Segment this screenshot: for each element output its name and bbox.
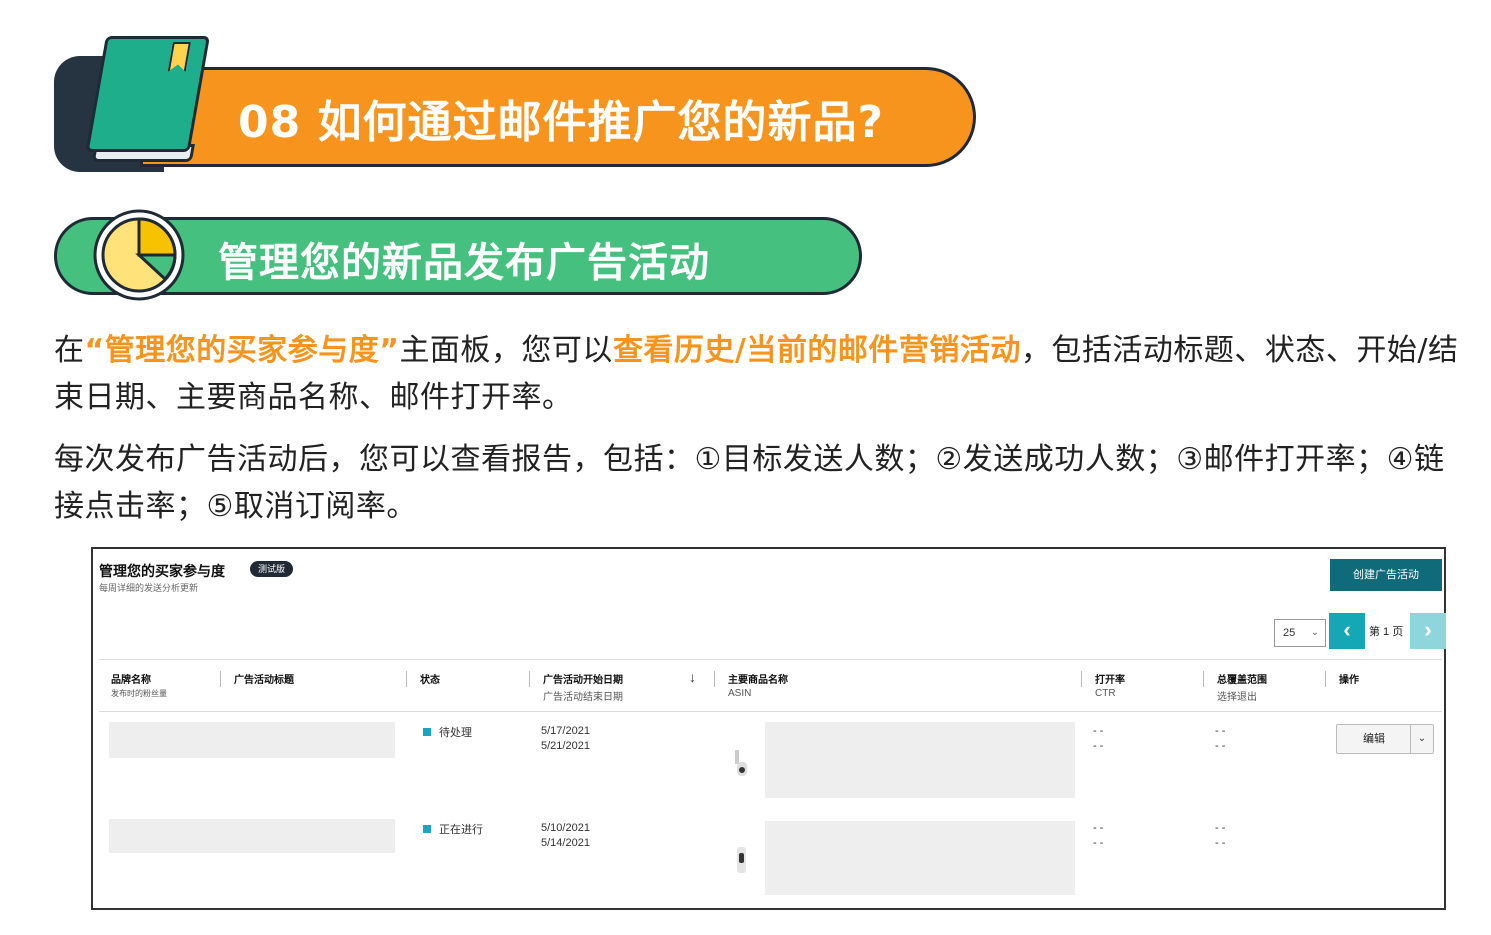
chevron-down-icon[interactable]: ⌄	[1410, 725, 1433, 753]
campaign-dates: 5/10/2021 5/14/2021	[541, 822, 590, 849]
status-dot-icon	[423, 825, 431, 833]
sort-arrow-icon[interactable]: ↓	[689, 669, 696, 685]
report-paragraph: 每次发布广告活动后，您可以查看报告，包括：①目标发送人数；②发送成功人数；③邮件…	[54, 442, 1445, 524]
pie-chart-icon	[93, 209, 185, 301]
dashboard-title: 管理您的买家参与度	[99, 563, 225, 579]
page-size-select[interactable]: 25 ⌄	[1274, 619, 1326, 647]
sub-header-title: 管理您的新品发布广告活动	[218, 240, 710, 286]
campaign-dates: 5/17/2021 5/21/2021	[541, 725, 590, 752]
prev-page-button[interactable]: ‹	[1329, 613, 1365, 649]
status-badge: 正在进行	[423, 821, 483, 837]
intro-paragraph: 在“管理您的买家参与度”主面板，您可以查看历史/当前的邮件营销活动，包括活动标题…	[54, 333, 1459, 415]
doorbell-camera-thumbnail	[737, 847, 746, 873]
brand-placeholder	[109, 722, 395, 758]
page-indicator: 第 1 页	[1369, 626, 1404, 638]
col-product: 主要商品名称 ASIN	[728, 675, 788, 699]
col-open-rate: 打开率 CTR	[1095, 675, 1125, 699]
next-page-button[interactable]: ›	[1410, 613, 1446, 649]
table-row: 正在进行 5/10/2021 5/14/2021 - -- - - -- -	[93, 811, 1444, 909]
product-name-placeholder	[765, 821, 1075, 895]
view-campaigns-highlight: 查看历史/当前的邮件营销活动	[612, 333, 1021, 368]
brand-placeholder	[109, 819, 395, 853]
open-rate-value: - -- -	[1093, 725, 1104, 752]
edit-split-button: 编辑 ⌄	[1336, 724, 1434, 754]
col-dates[interactable]: 广告活动开始日期 广告活动结束日期	[543, 671, 623, 703]
product-name-placeholder	[765, 722, 1075, 798]
col-status: 状态	[420, 675, 440, 686]
reach-value: - -- -	[1215, 725, 1226, 752]
table-row: 待处理 5/17/2021 5/21/2021 - -- - - -- - 编辑 …	[93, 712, 1444, 810]
edit-button[interactable]: 编辑	[1337, 725, 1411, 753]
status-badge: 待处理	[423, 724, 472, 740]
col-reach: 总覆盖范围 选择退出	[1217, 675, 1267, 703]
beta-badge: 测试版	[250, 561, 294, 577]
section-title: 08 如何通过邮件推广您的新品?	[238, 97, 885, 148]
open-rate-value: - -- -	[1093, 822, 1104, 849]
book-icon	[72, 36, 216, 172]
security-camera-thumbnail	[735, 750, 747, 776]
engagement-dashboard-screenshot: 管理您的买家参与度 测试版 每周详细的发送分析更新 创建广告活动 25 ⌄ ‹ …	[91, 547, 1446, 910]
dashboard-name-highlight: “管理您的买家参与度”	[84, 333, 400, 368]
chevron-down-icon: ⌄	[1310, 627, 1319, 638]
reach-value: - -- -	[1215, 822, 1226, 849]
col-brand: 品牌名称 发布时的粉丝量	[111, 675, 167, 698]
status-dot-icon	[423, 728, 431, 736]
create-campaign-button[interactable]: 创建广告活动	[1330, 559, 1442, 591]
dashboard-subtitle: 每周详细的发送分析更新	[99, 583, 199, 593]
col-campaign-title: 广告活动标题	[234, 675, 294, 686]
col-actions: 操作	[1339, 675, 1359, 686]
